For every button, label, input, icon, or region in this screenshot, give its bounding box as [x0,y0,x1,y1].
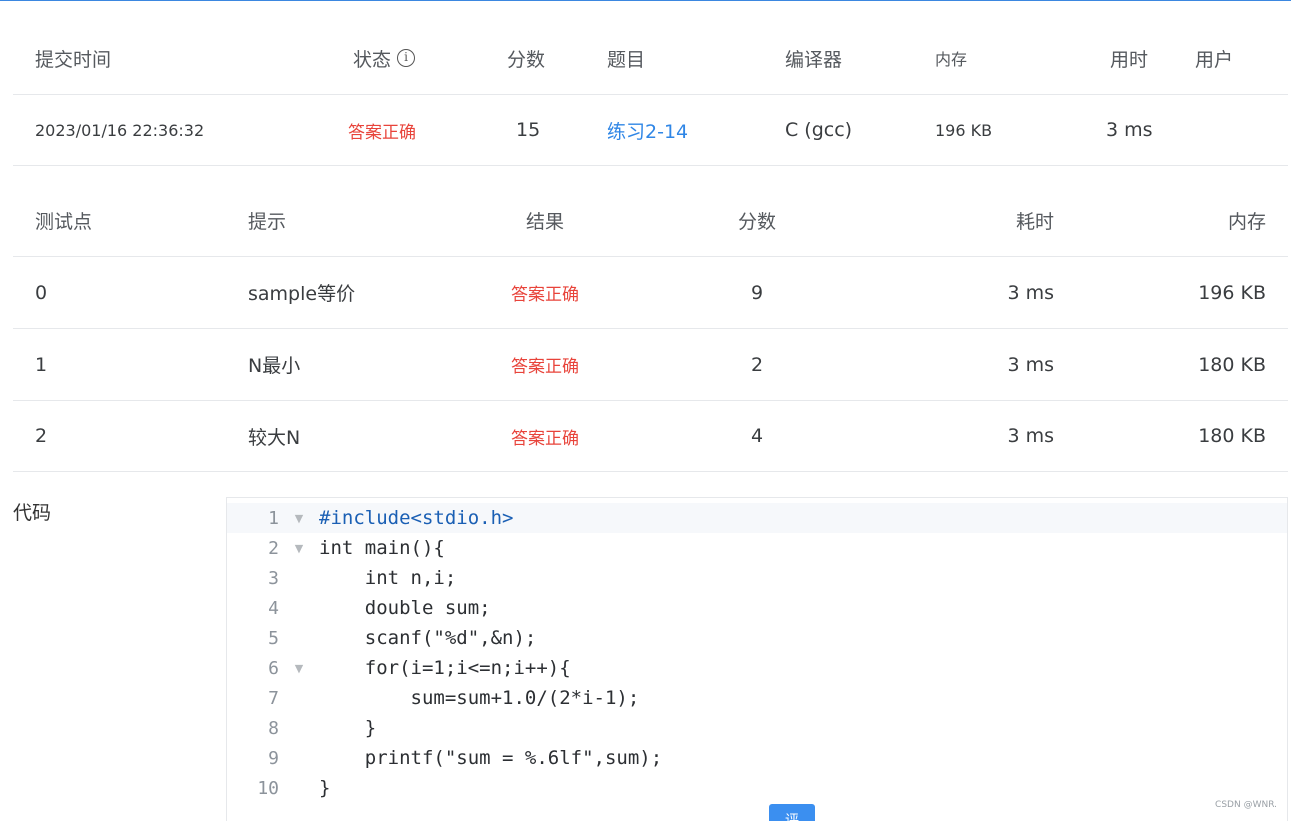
fold-arrow-icon[interactable]: ▼ [279,542,319,555]
testcase-row: 2 较大N 答案正确 4 3 ms 180 KB [13,400,1288,472]
submit-time: 2023/01/16 22:36:32 [35,120,205,140]
header-hint: 提示 [248,210,287,233]
header-testcase-id: 测试点 [35,210,93,233]
line-number: 5 [268,627,279,649]
code-text: double sum; [319,597,491,619]
testcase-id: 0 [35,281,48,304]
testcase-id: 2 [35,425,48,447]
testcase-result: 答案正确 [511,285,579,305]
testcase-score: 2 [750,353,764,376]
code-text: scanf("%d",&n); [319,627,537,649]
fold-arrow-icon[interactable]: ▼ [279,662,319,675]
code-line: 1 ▼ #include<stdio.h> [227,503,1287,533]
code-line: 8 } [227,713,1287,743]
line-number: 6 [268,657,279,679]
top-accent-line [0,0,1291,1]
watermark: CSDN @WNR. [1215,800,1277,810]
code-text: sum=sum+1.0/(2*i-1); [319,687,640,709]
line-number: 4 [268,597,279,619]
testcase-table-header: 测试点 提示 结果 分数 耗时 内存 [13,184,1288,256]
submission-row: 2023/01/16 22:36:32 答案正确 15 练习2-14 C (gc… [13,94,1288,166]
info-circle-icon[interactable]: i [397,49,416,67]
testcase-time: 3 ms [1007,353,1054,376]
code-line: 5 scanf("%d",&n); [227,623,1287,653]
line-number: 7 [268,687,279,709]
header-result: 结果 [525,210,564,233]
duration-value: 3 ms [1106,119,1153,141]
header-submit-time: 提交时间 [35,48,112,71]
bottom-action-button[interactable]: 评 [769,804,815,821]
header-user: 用户 [1195,48,1234,71]
code-text: for(i=1;i<=n;i++){ [319,657,571,679]
testcase-row: 0 sample等价 答案正确 9 3 ms 196 KB [13,256,1288,328]
code-editor[interactable]: 1 ▼ #include<stdio.h> 2 ▼ int main(){ 3 … [226,497,1288,821]
line-number: 10 [257,777,279,799]
line-number: 9 [268,747,279,769]
testcase-row: 1 N最小 答案正确 2 3 ms 180 KB [13,328,1288,400]
header-tc-memory: 内存 [1227,210,1266,233]
header-problem: 题目 [607,48,646,71]
line-number: 1 [268,507,279,529]
header-memory: 内存 [935,50,968,69]
testcase-id: 1 [35,353,48,376]
header-tc-score: 分数 [737,210,776,233]
code-text: } [319,717,377,739]
memory-value: 196 KB [935,120,993,140]
header-status: 状态 i [353,22,416,94]
testcase-score: 9 [750,281,764,304]
line-number: 3 [268,567,279,589]
testcase-result: 答案正确 [511,428,579,449]
testcase-memory: 180 KB [1198,425,1266,447]
testcase-time: 3 ms [1007,425,1054,447]
testcase-hint: N最小 [248,355,301,377]
header-status-label: 状态 [353,48,392,71]
compiler-value: C (gcc) [785,119,853,141]
code-label: 代码 [13,502,52,524]
code-line: 7 sum=sum+1.0/(2*i-1); [227,683,1287,713]
code-text: int main(){ [319,537,445,559]
status-badge: 答案正确 [348,122,416,143]
header-compiler: 编译器 [785,48,843,71]
line-number: 2 [268,537,279,559]
submission-score: 15 [516,119,541,141]
testcase-hint: sample等价 [248,283,356,305]
code-line: 2 ▼ int main(){ [227,533,1287,563]
testcase-time: 3 ms [1007,281,1054,304]
code-line: 4 double sum; [227,593,1287,623]
code-text: } [319,777,331,799]
testcase-memory: 180 KB [1198,353,1266,376]
testcase-memory: 196 KB [1198,281,1266,304]
code-text: printf("sum = %.6lf",sum); [319,747,663,769]
header-tc-time: 耗时 [1015,210,1054,233]
code-line: 10 } [227,773,1287,803]
header-duration: 用时 [1110,48,1149,71]
testcase-result: 答案正确 [511,357,579,377]
code-line: 6 ▼ for(i=1;i<=n;i++){ [227,653,1287,683]
code-text: #include<stdio.h> [319,507,514,529]
problem-link[interactable]: 练习2-14 [607,95,688,165]
code-text: int n,i; [319,567,457,589]
fold-arrow-icon[interactable]: ▼ [279,512,319,525]
header-score: 分数 [507,48,546,71]
line-number: 8 [268,717,279,739]
testcase-score: 4 [750,425,764,447]
code-line: 9 printf("sum = %.6lf",sum); [227,743,1287,773]
submission-table-header: 提交时间 状态 i 分数 题目 编译器 内存 用时 用户 [13,22,1288,94]
code-line: 3 int n,i; [227,563,1287,593]
testcase-hint: 较大N [248,426,301,449]
